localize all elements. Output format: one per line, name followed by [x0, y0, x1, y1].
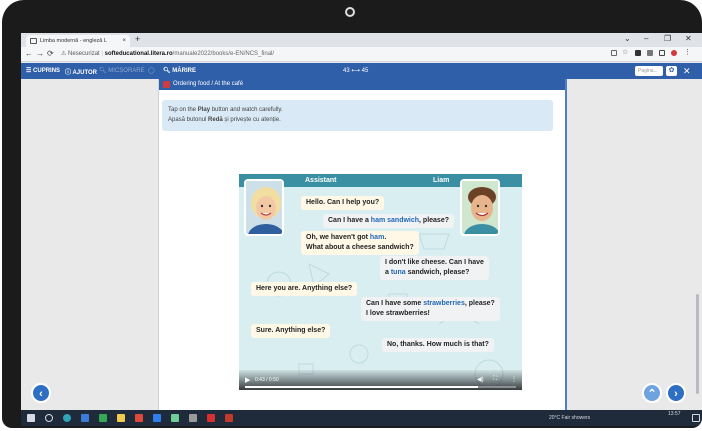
- chevron-left-icon: ‹: [39, 388, 43, 400]
- marire-button[interactable]: 🔍︎ MĂRIRE: [163, 67, 196, 74]
- share-icon[interactable]: [611, 50, 617, 56]
- liam-portrait: [460, 179, 500, 236]
- back-icon[interactable]: ←: [25, 49, 33, 58]
- dialogue-line-1: Hello. Can I help you?: [301, 196, 385, 210]
- start-icon[interactable]: [27, 414, 35, 422]
- dialogue-line-5: Here you are. Anything else?: [251, 282, 358, 296]
- edge-icon[interactable]: [63, 414, 71, 422]
- assistant-portrait: [244, 179, 284, 236]
- assistant-label: Assistant: [305, 177, 337, 184]
- pdf-icon[interactable]: [207, 414, 215, 422]
- settings-app-icon[interactable]: [189, 414, 197, 422]
- cuprins-label: CUPRINS: [33, 68, 61, 74]
- excel-icon[interactable]: [171, 414, 179, 422]
- minimize-icon[interactable]: –: [644, 34, 648, 43]
- play-icon[interactable]: ▶: [245, 376, 250, 384]
- next-page-button[interactable]: ›: [666, 383, 686, 403]
- page-range: 43 ⟷ 45: [343, 68, 369, 74]
- tab-title: Limba modernă - engleză L: [40, 38, 107, 44]
- app-icon[interactable]: [99, 414, 107, 422]
- video-time: 0:43 / 0:50: [255, 377, 279, 383]
- dialogue-line-6: Can I have some strawberries, please? I l…: [361, 297, 500, 321]
- puzzle-icon[interactable]: [647, 50, 653, 56]
- liam-face-image: [462, 181, 498, 234]
- page-scrollbar[interactable]: [696, 294, 699, 394]
- scroll-up-button[interactable]: ⌃: [642, 383, 662, 403]
- video-progress-fill: [245, 386, 479, 388]
- store-icon[interactable]: [81, 414, 89, 422]
- dialogue-line-3: Oh, we haven't got ham. What about a chee…: [301, 231, 419, 255]
- dialogue-line-7: Sure. Anything else?: [251, 324, 331, 338]
- instructions-box: Tap on the Play button and watch careful…: [162, 100, 553, 131]
- page-edge: [565, 79, 567, 410]
- forward-icon[interactable]: →: [36, 49, 44, 58]
- camera-icon: [345, 7, 355, 17]
- chevron-right-icon: ›: [674, 388, 678, 400]
- sidebar-icon[interactable]: [659, 50, 665, 56]
- browser-tab[interactable]: Limba modernă - engleză L ×: [26, 35, 130, 47]
- micsorare-button[interactable]: 🔍︎ MICȘORARE: [99, 67, 145, 74]
- mail-icon[interactable]: [153, 414, 161, 422]
- screen: Limba modernă - engleză L × + ⌄ – ❐ ✕ ← …: [21, 33, 702, 426]
- security-status: Nesecurizat: [68, 51, 100, 57]
- chevron-up-icon: ⌃: [647, 388, 657, 400]
- marire-label: MĂRIRE: [172, 68, 196, 74]
- menu-icon[interactable]: ⋮: [684, 48, 691, 56]
- tab-close-icon[interactable]: ×: [122, 35, 126, 47]
- video-progress-track[interactable]: [245, 386, 516, 388]
- fullscreen-video-icon[interactable]: ⛶: [493, 376, 497, 383]
- extension-icon[interactable]: [635, 50, 641, 56]
- office-icon[interactable]: [225, 414, 233, 422]
- notification-icon[interactable]: [692, 414, 700, 422]
- warning-icon: ⚠: [61, 51, 69, 57]
- profile-avatar[interactable]: [671, 50, 677, 56]
- cuprins-button[interactable]: ☰ CUPRINS: [26, 67, 60, 74]
- prev-page-button[interactable]: ‹: [31, 383, 51, 403]
- video-icon: [163, 81, 170, 88]
- maximize-icon[interactable]: ❐: [664, 34, 671, 43]
- weather-text: 20°C Fair showers: [549, 415, 591, 421]
- taskbar: 20°C Fair showers 13:57: [21, 410, 702, 426]
- content-area: Ordering food / At the café Tap on the P…: [21, 79, 702, 410]
- new-tab-icon[interactable]: +: [135, 34, 140, 44]
- reload-icon[interactable]: ⟳: [47, 49, 54, 58]
- video-controls: ▶ 0:43 / 0:50 ◀) ⛶ ⋮: [239, 370, 522, 390]
- tab-search-icon[interactable]: ⌄: [624, 34, 631, 43]
- page-input[interactable]: Pagina...: [635, 66, 663, 76]
- liam-label: Liam: [433, 177, 450, 184]
- section-title: Ordering food / At the café: [173, 81, 244, 87]
- close-window-icon[interactable]: ✕: [685, 34, 692, 43]
- tab-page-icon: [30, 38, 37, 44]
- url-field[interactable]: ⚠ Nesecurizat | softeducational.litera.r…: [61, 50, 274, 57]
- fullscreen-icon[interactable]: ✕: [683, 66, 691, 76]
- clock: 13:57: [668, 411, 681, 417]
- chrome-icon[interactable]: [135, 414, 143, 422]
- dialogue-line-2: Can I have a ham sandwich, please?: [323, 214, 454, 228]
- browser-tab-strip: Limba modernă - engleză L × + ⌄ – ❐ ✕: [21, 33, 702, 47]
- reset-zoom-icon[interactable]: ◯: [148, 67, 155, 74]
- address-bar-row: ← → ⟳ ⚠ Nesecurizat | softeducational.li…: [21, 47, 702, 62]
- folder-icon[interactable]: [117, 414, 125, 422]
- ajutor-label: AJUTOR: [72, 70, 98, 76]
- device-frame: Limba modernă - engleză L × + ⌄ – ❐ ✕ ← …: [2, 0, 702, 428]
- micsorare-label: MICȘORARE: [108, 68, 145, 74]
- more-options-icon[interactable]: ⋮: [511, 376, 517, 383]
- dialogue-line-8: No, thanks. How much is that?: [382, 338, 494, 352]
- ajutor-button[interactable]: ⓘ AJUTOR: [65, 67, 97, 76]
- search-icon[interactable]: [45, 414, 53, 422]
- instruction-ro: Apasă butonul Redă și privește cu atenți…: [168, 117, 281, 123]
- video-player[interactable]: Assistant Liam Hello. Can I help you? Ca…: [239, 174, 522, 390]
- instruction-en: Tap on the Play button and watch careful…: [168, 107, 283, 113]
- url-domain: softeducational.litera.ro: [104, 51, 173, 57]
- device-bezel: Limba modernă - engleză L × + ⌄ – ❐ ✕ ← …: [0, 0, 702, 431]
- assistant-face-image: [246, 181, 282, 234]
- volume-icon[interactable]: ◀): [477, 376, 484, 383]
- app-toolbar: ☰ CUPRINS ⓘ AJUTOR 🔍︎ MICȘORARE ◯ 🔍︎ MĂR…: [21, 63, 702, 79]
- dialogue-line-4: I don't like cheese. Can I have a tuna sa…: [380, 256, 489, 280]
- book-page: Ordering food / At the café Tap on the P…: [158, 79, 567, 410]
- star-icon[interactable]: ☆: [622, 48, 628, 56]
- url-path: /manuale2022/books/e-EN/NCS_final/: [172, 51, 275, 57]
- settings-icon[interactable]: ✿: [666, 66, 677, 76]
- section-header: Ordering food / At the café: [159, 79, 567, 90]
